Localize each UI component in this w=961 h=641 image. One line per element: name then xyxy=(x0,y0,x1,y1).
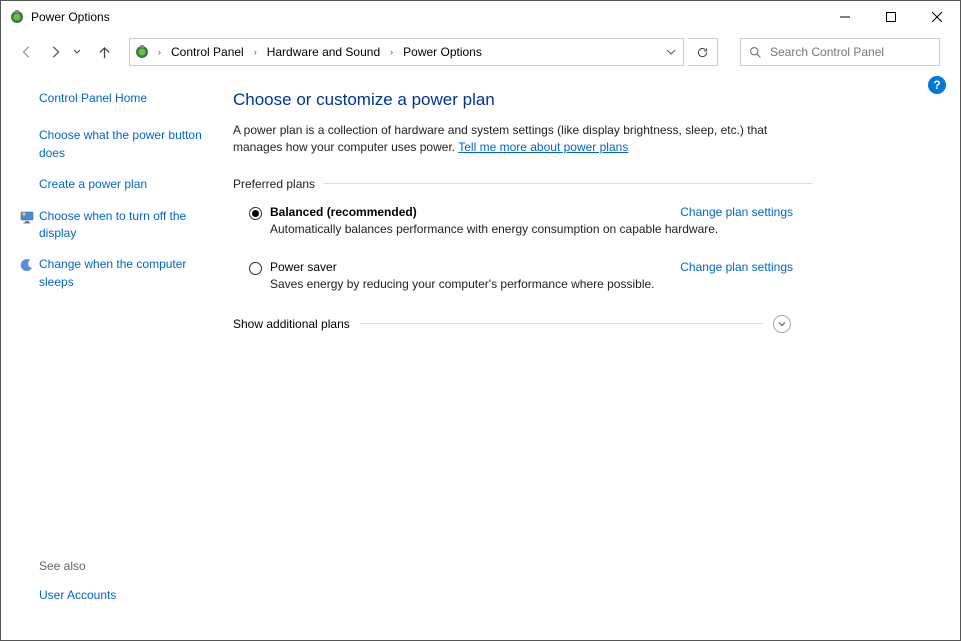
sidebar-computer-sleeps[interactable]: Change when the computer sleeps xyxy=(19,256,203,291)
monitor-icon xyxy=(19,209,35,225)
up-button[interactable] xyxy=(91,39,117,65)
app-icon xyxy=(9,9,25,25)
sidebar: Control Panel Home Choose what the power… xyxy=(1,72,221,640)
refresh-button[interactable] xyxy=(688,38,718,66)
expand-button[interactable] xyxy=(773,315,791,333)
content-area: ? Choose or customize a power plan A pow… xyxy=(221,72,960,640)
maximize-button[interactable] xyxy=(868,1,914,32)
plan-balanced-name[interactable]: Balanced (recommended) xyxy=(270,205,672,219)
divider-line xyxy=(360,323,763,324)
see-also-label: See also xyxy=(39,559,203,573)
minimize-button[interactable] xyxy=(822,1,868,32)
window-title: Power Options xyxy=(31,10,822,24)
see-also-user-accounts[interactable]: User Accounts xyxy=(39,588,116,602)
close-button[interactable] xyxy=(914,1,960,32)
address-icon xyxy=(134,44,150,60)
plan-balanced-desc: Automatically balances performance with … xyxy=(233,222,813,236)
back-button[interactable] xyxy=(15,40,39,64)
divider-line xyxy=(323,183,813,184)
search-box[interactable] xyxy=(740,38,940,66)
plan-power-saver: Power saver Change plan settings xyxy=(233,260,813,275)
page-description: A power plan is a collection of hardware… xyxy=(233,122,813,157)
breadcrumb-sep-icon[interactable]: › xyxy=(154,47,165,57)
show-additional-plans-label: Show additional plans xyxy=(233,317,350,331)
recent-locations-dropdown[interactable] xyxy=(71,48,83,56)
breadcrumb-sep-icon[interactable]: › xyxy=(386,47,397,57)
main-area: Control Panel Home Choose what the power… xyxy=(1,72,960,640)
breadcrumb-hardware-sound[interactable]: Hardware and Sound xyxy=(261,39,386,65)
change-plan-settings-balanced[interactable]: Change plan settings xyxy=(680,205,793,219)
address-bar[interactable]: › Control Panel › Hardware and Sound › P… xyxy=(129,38,684,66)
title-bar: Power Options xyxy=(1,1,960,32)
breadcrumb-sep-icon[interactable]: › xyxy=(250,47,261,57)
search-input[interactable] xyxy=(770,45,931,59)
help-icon[interactable]: ? xyxy=(928,76,946,94)
sidebar-choose-power-button[interactable]: Choose what the power button does xyxy=(39,127,203,162)
search-icon xyxy=(749,46,762,59)
address-dropdown[interactable] xyxy=(659,39,683,65)
navigation-bar: › Control Panel › Hardware and Sound › P… xyxy=(1,32,960,72)
sidebar-turn-off-display-link[interactable]: Choose when to turn off the display xyxy=(39,208,203,243)
change-plan-settings-power-saver[interactable]: Change plan settings xyxy=(680,260,793,274)
show-additional-plans[interactable]: Show additional plans xyxy=(233,315,813,333)
breadcrumb-control-panel[interactable]: Control Panel xyxy=(165,39,250,65)
preferred-plans-label: Preferred plans xyxy=(233,177,813,191)
chevron-down-icon xyxy=(777,319,787,329)
forward-button[interactable] xyxy=(43,40,67,64)
plan-balanced-radio[interactable] xyxy=(249,207,262,220)
plan-power-saver-name[interactable]: Power saver xyxy=(270,260,672,274)
sidebar-turn-off-display[interactable]: Choose when to turn off the display xyxy=(19,208,203,243)
plan-balanced: Balanced (recommended) Change plan setti… xyxy=(233,205,813,220)
sidebar-create-plan[interactable]: Create a power plan xyxy=(39,176,203,193)
moon-icon xyxy=(19,257,35,273)
sidebar-computer-sleeps-link[interactable]: Change when the computer sleeps xyxy=(39,256,203,291)
plan-power-saver-radio[interactable] xyxy=(249,262,262,275)
learn-more-link[interactable]: Tell me more about power plans xyxy=(458,140,628,154)
page-heading: Choose or customize a power plan xyxy=(233,90,813,110)
plan-power-saver-desc: Saves energy by reducing your computer's… xyxy=(233,277,813,291)
sidebar-home-link[interactable]: Control Panel Home xyxy=(39,90,203,107)
breadcrumb-power-options[interactable]: Power Options xyxy=(397,39,488,65)
